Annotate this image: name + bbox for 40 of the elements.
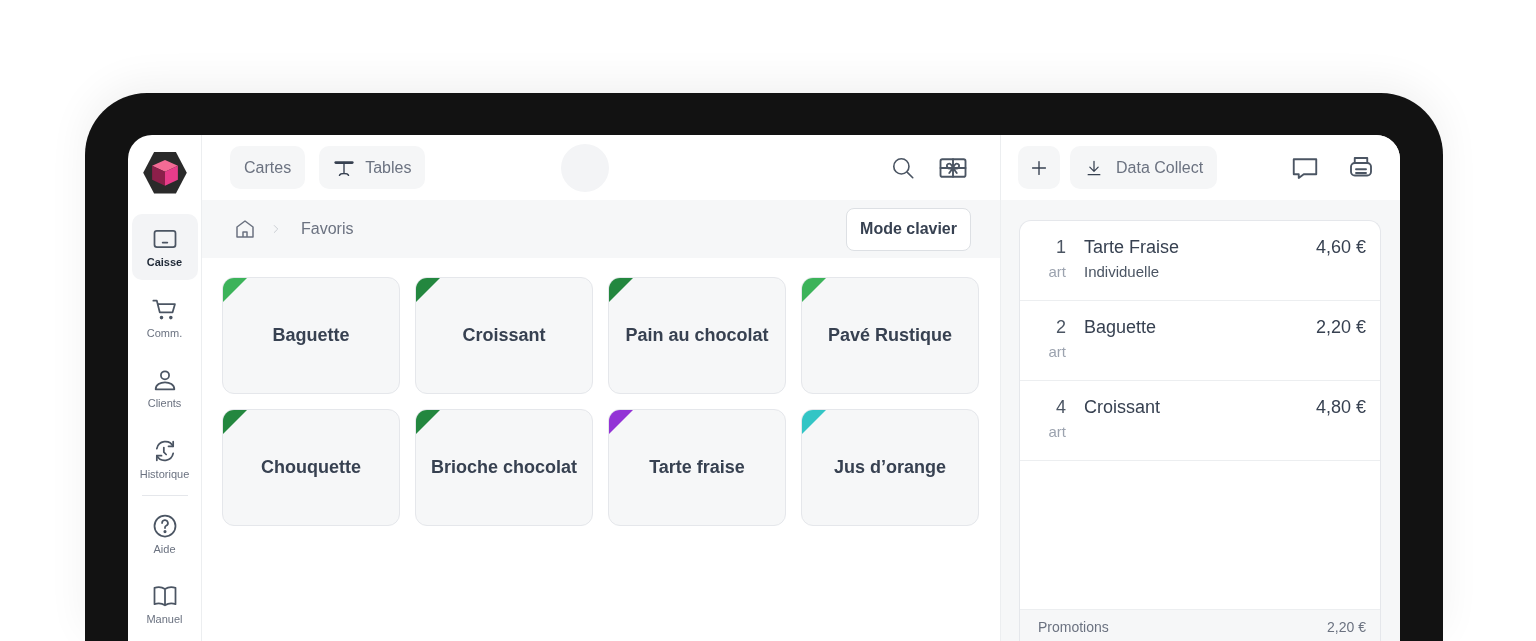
summary-value: 2,20 € xyxy=(1327,619,1366,635)
summary-label: Promotions xyxy=(1038,619,1109,635)
item-name: Croissant xyxy=(1084,397,1162,418)
sidebar-item[interactable]: Comm. xyxy=(131,284,198,351)
unit-label: art xyxy=(1047,423,1066,440)
toolbar-button[interactable]: Data Collect xyxy=(1070,146,1218,189)
home-icon xyxy=(233,217,257,241)
unit-label: art xyxy=(1047,263,1066,280)
product-tile[interactable]: Croissant xyxy=(415,277,593,394)
sidebar-item[interactable]: Caisse xyxy=(131,213,198,280)
breadcrumb-item[interactable]: Favoris xyxy=(301,220,354,238)
product-tile[interactable]: Tarte fraise xyxy=(608,409,786,526)
sidebar-item[interactable]: Aide xyxy=(131,500,198,567)
order-line[interactable]: 4 Croissant 4,80 € art xyxy=(1020,381,1380,461)
item-note: Individuelle xyxy=(1084,263,1161,280)
toolbar-button[interactable]: Tables xyxy=(319,146,426,189)
product-tile[interactable]: Chouquette xyxy=(222,409,400,526)
item-price: 4,80 € xyxy=(1315,397,1366,418)
logo-icon xyxy=(141,150,188,196)
toolbar-button[interactable]: Cartes xyxy=(230,146,306,189)
sidebar-item[interactable]: Clients xyxy=(131,354,198,421)
sidebar-item[interactable]: Manuel xyxy=(131,570,198,638)
product-tile[interactable]: Brioche chocolat xyxy=(415,409,593,526)
item-price: 2,20 € xyxy=(1315,317,1366,338)
sidebar-item[interactable]: Historique xyxy=(131,424,198,492)
order-line[interactable]: 2 Baguette 2,20 € art xyxy=(1020,301,1380,381)
keyboard-mode-button[interactable]: Mode clavier xyxy=(846,207,971,251)
item-price: 4,60 € xyxy=(1315,237,1366,258)
quantity: 4 xyxy=(1055,397,1066,418)
product-tile[interactable]: Pain au chocolat xyxy=(608,277,786,394)
product-tile[interactable]: Pavé Rustique xyxy=(801,277,979,394)
quantity: 1 xyxy=(1055,237,1066,258)
unit-label: art xyxy=(1047,343,1066,360)
item-name: Tarte Fraise xyxy=(1084,237,1181,258)
product-tile[interactable]: Baguette xyxy=(222,277,400,394)
add-button[interactable] xyxy=(1018,146,1060,189)
product-tile[interactable]: Jus d’orange xyxy=(801,409,979,526)
order-line[interactable]: 1 Tarte Fraise 4,60 € art Individuelle xyxy=(1020,221,1380,301)
item-name: Baguette xyxy=(1084,317,1158,338)
quantity: 2 xyxy=(1055,317,1066,338)
